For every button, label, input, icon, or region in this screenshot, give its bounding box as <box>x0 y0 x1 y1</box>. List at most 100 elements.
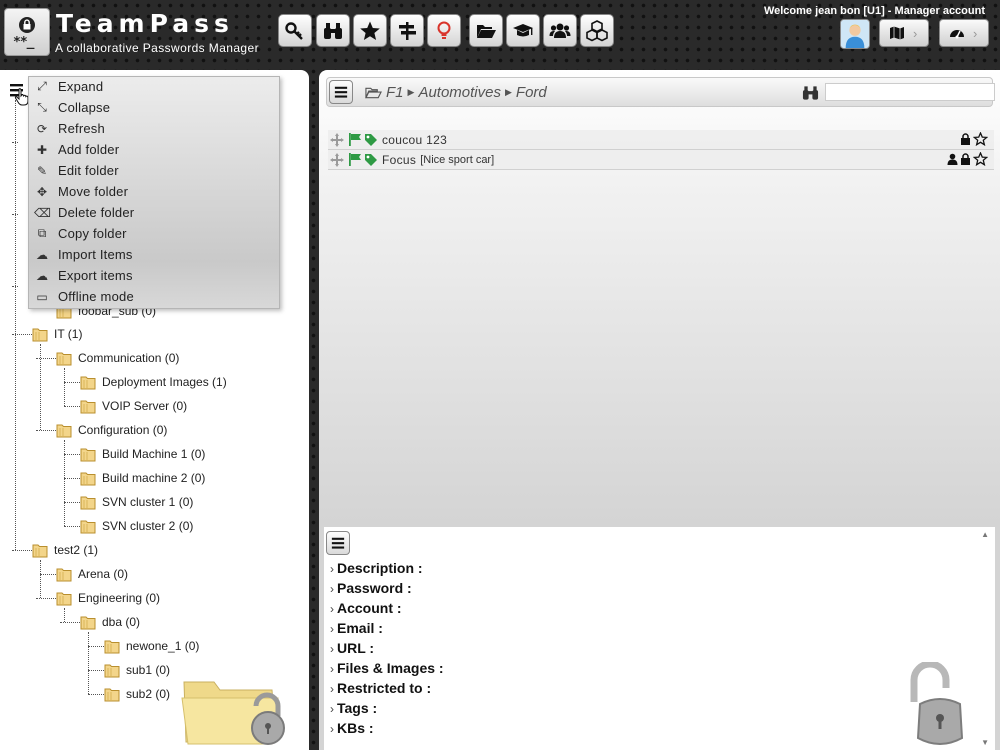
tag-icon[interactable] <box>364 153 378 166</box>
tree-node[interactable]: newone_1 (0) <box>104 637 199 655</box>
context-menu-label: Delete folder <box>58 205 135 220</box>
tree-node-label: Arena (0) <box>78 567 129 581</box>
eraser-icon: ⌫ <box>34 205 51 220</box>
breadcrumb-bar: F1 ▶ Automotives ▶ Ford <box>326 77 995 107</box>
manage-button[interactable] <box>506 14 540 47</box>
detail-field-label: URL : <box>337 640 375 656</box>
pencil-icon: ✎ <box>36 163 48 178</box>
map-menu-button[interactable]: › <box>879 19 929 47</box>
detail-field[interactable]: › KBs : <box>330 720 374 736</box>
context-menu-item[interactable]: ☁ Export items <box>29 265 279 286</box>
details-menu-button[interactable] <box>326 531 350 555</box>
context-menu-item[interactable]: ⤡ Collapse <box>29 97 279 118</box>
detail-field[interactable]: › Files & Images : <box>330 660 444 676</box>
dashboard-menu-button[interactable]: › <box>939 19 989 47</box>
scroll-up-arrow-icon[interactable]: ▲ <box>981 530 989 539</box>
tree-connector <box>64 406 80 407</box>
copy-icon: ⧉ <box>37 226 47 240</box>
items-button[interactable] <box>278 14 312 47</box>
items-search-input[interactable] <box>825 83 995 101</box>
context-menu-item[interactable]: ▭ Offline mode <box>29 286 279 307</box>
item-row[interactable]: Focus [Nice sport car] <box>328 150 994 170</box>
tree-connector <box>64 502 80 503</box>
tree-node-label: Engineering (0) <box>78 591 161 605</box>
roles-button[interactable] <box>390 14 424 47</box>
folder-icon <box>32 544 48 557</box>
tree-node-label: Communication (0) <box>78 351 180 365</box>
tree-node-label: VOIP Server (0) <box>102 399 188 413</box>
search-button[interactable] <box>316 14 350 47</box>
tree-node[interactable]: Engineering (0) <box>56 589 160 607</box>
detail-field[interactable]: › Tags : <box>330 700 377 716</box>
context-menu-item[interactable]: ✚ Add folder <box>29 139 279 160</box>
tree-node[interactable]: dba (0) <box>80 613 140 631</box>
star-outline-icon[interactable] <box>973 152 988 166</box>
users-button[interactable] <box>543 14 577 47</box>
tree-node[interactable]: Build Machine 1 (0) <box>80 445 205 463</box>
breadcrumb-item[interactable]: Automotives <box>418 84 501 101</box>
item-row-actions <box>947 152 988 166</box>
context-menu-item[interactable]: ⧉ Copy folder <box>29 223 279 244</box>
chevron-right-icon: › <box>913 25 918 41</box>
tree-connector <box>36 430 56 431</box>
tree-connector <box>88 670 104 671</box>
binoculars-icon[interactable] <box>802 85 819 101</box>
utilities-button[interactable] <box>580 14 614 47</box>
tree-node[interactable]: sub1 (0) <box>104 661 170 679</box>
star-outline-icon[interactable] <box>973 132 988 146</box>
dashboard-icon <box>950 30 964 39</box>
context-menu-item[interactable]: ⟳ Refresh <box>29 118 279 139</box>
tree-node[interactable]: sub2 (0) <box>104 685 170 703</box>
tree-node[interactable]: IT (1) <box>32 325 82 343</box>
hamburger-icon <box>331 537 345 549</box>
tree-node-label: SVN cluster 1 (0) <box>102 495 194 509</box>
tree-node[interactable]: SVN cluster 2 (0) <box>80 517 193 535</box>
detail-field[interactable]: › Account : <box>330 600 402 616</box>
folder-lock-decoration-icon <box>181 681 285 745</box>
folders-button[interactable] <box>469 14 503 47</box>
detail-field[interactable]: › URL : <box>330 640 374 656</box>
flag-icon[interactable] <box>348 153 362 166</box>
item-label: coucou 123 <box>382 132 448 147</box>
tree-connector <box>64 454 80 455</box>
tree-node[interactable]: SVN cluster 1 (0) <box>80 493 193 511</box>
detail-field[interactable]: › Password : <box>330 580 412 596</box>
suggestions-button[interactable] <box>427 14 461 47</box>
detail-field[interactable]: › Description : <box>330 560 423 576</box>
context-menu-item[interactable]: ✎ Edit folder <box>29 160 279 181</box>
tree-node[interactable]: Build machine 2 (0) <box>80 469 205 487</box>
folder-icon <box>80 448 96 461</box>
drag-move-icon[interactable] <box>330 132 344 147</box>
tree-node[interactable]: Arena (0) <box>56 565 128 583</box>
detail-field-label: Tags : <box>337 700 378 716</box>
tree-node[interactable]: Configuration (0) <box>56 421 167 439</box>
items-menu-button[interactable] <box>329 80 353 104</box>
folder-icon <box>80 616 96 629</box>
flag-icon[interactable] <box>348 133 362 146</box>
favourites-button[interactable] <box>353 14 387 47</box>
app-logo[interactable]: **_ <box>4 8 50 56</box>
drag-move-icon[interactable] <box>330 152 344 167</box>
detail-field[interactable]: › Restricted to : <box>330 680 431 696</box>
breadcrumb-item[interactable]: Ford <box>516 84 547 101</box>
scroll-down-arrow-icon[interactable]: ▼ <box>981 738 989 747</box>
breadcrumb-item[interactable]: F1 <box>386 84 404 101</box>
detail-field[interactable]: › Email : <box>330 620 383 636</box>
tree-connector <box>64 382 80 383</box>
tag-icon[interactable] <box>364 133 378 146</box>
tree-node[interactable]: Deployment Images (1) <box>80 373 227 391</box>
context-menu-item[interactable]: ⤢ Expand <box>29 76 279 97</box>
tree-node[interactable]: VOIP Server (0) <box>80 397 187 415</box>
tree-node[interactable]: test2 (1) <box>32 541 98 559</box>
folder-open-icon <box>477 24 496 38</box>
context-menu-item[interactable]: ⌫ Delete folder <box>29 202 279 223</box>
item-row[interactable]: coucou 123 <box>328 130 994 150</box>
tree-node[interactable]: Communication (0) <box>56 349 179 367</box>
context-menu-item[interactable]: ✥ Move folder <box>29 181 279 202</box>
context-menu-label: Expand <box>58 79 104 94</box>
context-menu-item[interactable]: ☁ Import Items <box>29 244 279 265</box>
user-avatar[interactable] <box>840 19 870 49</box>
context-menu-label: Move folder <box>58 184 129 199</box>
tree-connector <box>88 694 104 695</box>
chevron-right-icon: › <box>330 702 334 716</box>
